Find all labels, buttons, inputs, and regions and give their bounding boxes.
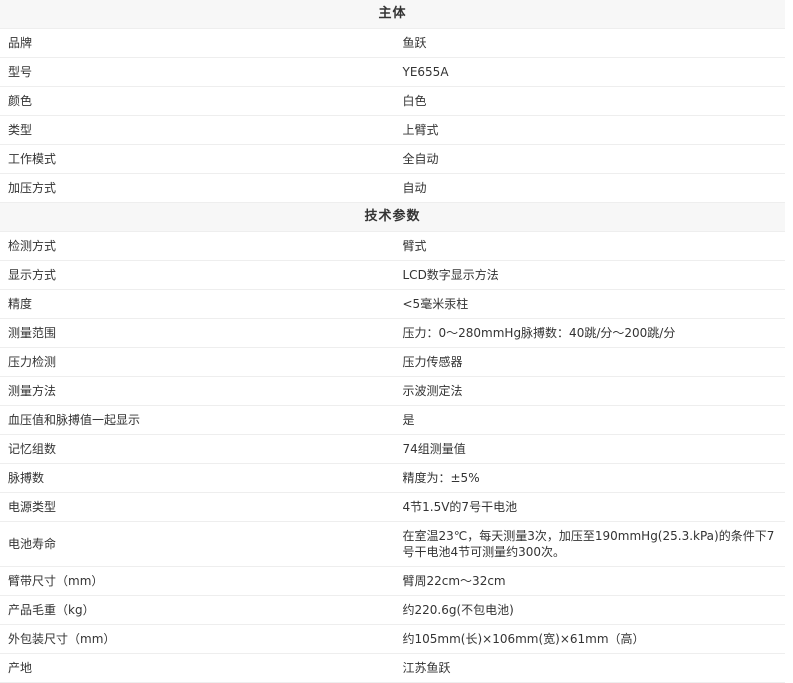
section-title: 技术参数 (0, 202, 785, 232)
table-row: 测量方法 示波测定法 (0, 376, 785, 406)
spec-label: 血压值和脉搏值一起显示 (0, 405, 393, 435)
table-row: 品牌 鱼跃 (0, 28, 785, 58)
table-row: 颜色 白色 (0, 86, 785, 116)
table-row: 显示方式 LCD数字显示方法 (0, 260, 785, 290)
spec-value: <5毫米汞柱 (392, 289, 785, 319)
spec-value: 是 (392, 405, 785, 435)
table-row: 臂带尺寸（mm） 臂周22cm～32cm (0, 566, 785, 596)
table-row: 产地 江苏鱼跃 (0, 653, 785, 683)
table-row: 电池寿命 在室温23℃，每天测量3次，加压至190mmHg(25.3.kPa)的… (0, 521, 785, 567)
spec-value: 全自动 (392, 144, 785, 174)
table-row: 产品毛重（kg） 约220.6g(不包电池) (0, 595, 785, 625)
spec-label: 压力检测 (0, 347, 393, 377)
spec-value: 约220.6g(不包电池) (392, 595, 785, 625)
section-header-row: 主体 (0, 0, 785, 29)
spec-label: 类型 (0, 115, 393, 145)
spec-value: 上臂式 (392, 115, 785, 145)
table-row: 测量范围 压力：0～280mmHg脉搏数：40跳/分～200跳/分 (0, 318, 785, 348)
spec-value: 臂式 (392, 231, 785, 261)
spec-label: 检测方式 (0, 231, 393, 261)
spec-value: 臂周22cm～32cm (392, 566, 785, 596)
spec-value: 示波测定法 (392, 376, 785, 406)
spec-label: 电源类型 (0, 492, 393, 522)
spec-label: 显示方式 (0, 260, 393, 290)
table-row: 类型 上臂式 (0, 115, 785, 145)
spec-label: 臂带尺寸（mm） (0, 566, 393, 596)
spec-label: 型号 (0, 57, 393, 87)
spec-label: 脉搏数 (0, 463, 393, 493)
spec-value: 精度为：±5% (392, 463, 785, 493)
table-row: 记忆组数 74组测量值 (0, 434, 785, 464)
table-row: 脉搏数 精度为：±5% (0, 463, 785, 493)
spec-label: 精度 (0, 289, 393, 319)
spec-label: 测量范围 (0, 318, 393, 348)
table-row: 电源类型 4节1.5V的7号干电池 (0, 492, 785, 522)
spec-value: 74组测量值 (392, 434, 785, 464)
spec-value: YE655A (392, 57, 785, 87)
spec-label: 颜色 (0, 86, 393, 116)
table-row: 加压方式 自动 (0, 173, 785, 203)
spec-table-body: 主体 品牌 鱼跃 型号 YE655A 颜色 白色 类型 上臂式 工作模式 全自动… (0, 0, 785, 683)
spec-value: 压力传感器 (392, 347, 785, 377)
spec-value: 鱼跃 (392, 28, 785, 58)
table-row: 压力检测 压力传感器 (0, 347, 785, 377)
spec-label: 产地 (0, 653, 393, 683)
section-title: 主体 (0, 0, 785, 29)
spec-value: 4节1.5V的7号干电池 (392, 492, 785, 522)
table-row: 检测方式 臂式 (0, 231, 785, 261)
spec-value: 压力：0～280mmHg脉搏数：40跳/分～200跳/分 (392, 318, 785, 348)
specifications-table: 主体 品牌 鱼跃 型号 YE655A 颜色 白色 类型 上臂式 工作模式 全自动… (0, 0, 785, 683)
spec-label: 电池寿命 (0, 521, 393, 567)
table-row: 工作模式 全自动 (0, 144, 785, 174)
spec-value: 白色 (392, 86, 785, 116)
table-row: 型号 YE655A (0, 57, 785, 87)
spec-label: 产品毛重（kg） (0, 595, 393, 625)
spec-label: 测量方法 (0, 376, 393, 406)
section-header-row: 技术参数 (0, 202, 785, 232)
spec-value: 在室温23℃，每天测量3次，加压至190mmHg(25.3.kPa)的条件下7号… (392, 521, 785, 567)
table-row: 血压值和脉搏值一起显示 是 (0, 405, 785, 435)
spec-label: 加压方式 (0, 173, 393, 203)
spec-value: 江苏鱼跃 (392, 653, 785, 683)
spec-label: 记忆组数 (0, 434, 393, 464)
spec-label: 品牌 (0, 28, 393, 58)
spec-label: 工作模式 (0, 144, 393, 174)
spec-value: 自动 (392, 173, 785, 203)
spec-value: LCD数字显示方法 (392, 260, 785, 290)
table-row: 精度 <5毫米汞柱 (0, 289, 785, 319)
